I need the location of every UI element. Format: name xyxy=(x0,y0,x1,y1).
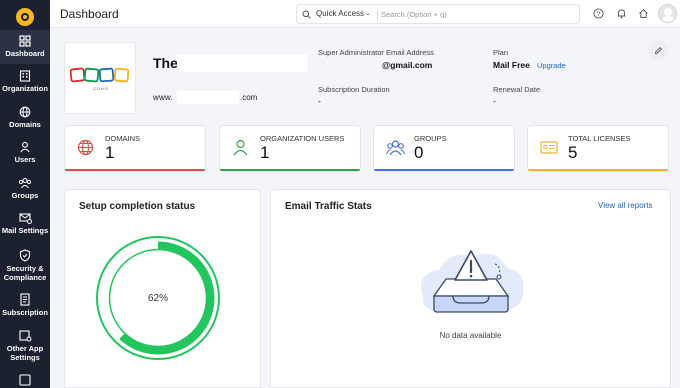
panel-title: Email Traffic Stats xyxy=(285,201,372,212)
super-admin-email: @gmail.com xyxy=(382,60,433,70)
sidebar: Dashboard Organization Domains Users Gro… xyxy=(0,0,50,388)
sidebar-item-label: Organization xyxy=(2,84,48,93)
subscription-duration-label: Subscription Duration xyxy=(318,85,390,94)
stat-card-total-licenses[interactable]: TOTAL LICENSES 5 xyxy=(527,125,669,172)
bell-icon[interactable] xyxy=(616,8,627,19)
no-data-text: No data available xyxy=(439,331,502,340)
stat-value: 5 xyxy=(568,143,578,162)
sidebar-item-label: Dashboard xyxy=(5,49,45,58)
email-traffic-panel: Email Traffic Stats View all reports No … xyxy=(270,189,671,388)
sidebar-item-label: Users xyxy=(14,155,36,164)
sidebar-item-label: Other App Settings xyxy=(6,344,44,362)
logo-text: ZOHO xyxy=(93,86,109,91)
organization-logo: ZOHO xyxy=(64,42,136,114)
organization-domain-suffix: .com xyxy=(240,93,258,102)
plan-value: Mail Free xyxy=(493,60,530,70)
organization-name: The xyxy=(153,55,178,71)
user-icon xyxy=(233,139,248,156)
stat-value: 1 xyxy=(105,143,115,162)
sidebar-item-label: Security & Compliance xyxy=(3,264,47,282)
sidebar-item-label: Subscription xyxy=(2,308,48,317)
sidebar-item-dashboard[interactable]: Dashboard xyxy=(0,30,50,64)
groups-icon xyxy=(18,178,32,189)
avatar[interactable] xyxy=(658,4,677,23)
stat-accent-bar xyxy=(220,169,360,171)
upgrade-link[interactable]: Upgrade xyxy=(537,61,566,70)
stat-label: DOMAINS xyxy=(105,134,141,143)
stat-label: ORGANIZATION USERS xyxy=(260,134,345,143)
redaction-mask xyxy=(177,91,239,104)
search-icon xyxy=(302,10,311,19)
sidebar-item-label: Domains xyxy=(9,120,41,129)
view-all-reports-link[interactable]: View all reports xyxy=(598,201,653,210)
shield-icon xyxy=(19,249,31,262)
stat-card-domains[interactable]: DOMAINS 1 xyxy=(64,125,206,172)
stat-label: GROUPS xyxy=(414,134,447,143)
stat-card-organization-users[interactable]: ORGANIZATION USERS 1 xyxy=(219,125,361,172)
page-title: Dashboard xyxy=(60,7,119,21)
sidebar-item-groups[interactable]: Groups xyxy=(0,177,50,200)
search-input[interactable] xyxy=(381,7,571,22)
globe-icon xyxy=(19,106,31,118)
sidebar-item-more[interactable] xyxy=(0,374,50,388)
groups-icon xyxy=(386,140,405,156)
more-icon xyxy=(19,374,31,386)
apps-icon xyxy=(18,330,31,342)
setup-completion-panel: Setup completion status 62% xyxy=(64,189,261,388)
sidebar-item-label: Groups xyxy=(11,191,39,200)
zoho-logo-icon xyxy=(70,67,130,83)
sidebar-item-security-compliance[interactable]: Security & Compliance xyxy=(0,249,50,282)
subscription-icon xyxy=(20,293,30,306)
subscription-duration-value: - xyxy=(318,96,321,106)
mail-settings-icon xyxy=(18,213,32,224)
renewal-date-label: Renewal Date xyxy=(493,85,541,94)
setup-percent-label: 62% xyxy=(147,293,168,304)
stat-label: TOTAL LICENSES xyxy=(568,134,631,143)
dashboard-icon xyxy=(19,35,31,47)
quick-access-dropdown[interactable]: Quick Access xyxy=(316,9,364,18)
home-icon[interactable] xyxy=(638,8,649,19)
edit-organization-button[interactable] xyxy=(648,40,668,60)
plan-label: Plan xyxy=(493,48,509,57)
stat-value: 1 xyxy=(260,143,270,162)
help-icon[interactable]: ? xyxy=(593,8,604,19)
stat-value: 0 xyxy=(414,143,424,162)
zoho-mail-admin-logo-icon[interactable] xyxy=(16,8,34,26)
sidebar-item-users[interactable]: Users xyxy=(0,141,50,164)
renewal-date-value: - xyxy=(493,96,496,106)
search-divider xyxy=(377,9,378,21)
redaction-mask xyxy=(177,54,307,72)
super-admin-label: Super Administrator Email Address xyxy=(318,48,434,57)
sidebar-item-label: Mail Settings xyxy=(1,226,49,235)
stat-card-groups[interactable]: GROUPS 0 xyxy=(373,125,515,172)
license-icon xyxy=(540,141,558,154)
search-bar[interactable]: Quick Access ⌄ xyxy=(296,4,580,24)
sidebar-item-other-app-settings[interactable]: Other App Settings xyxy=(0,330,50,362)
sidebar-item-subscription[interactable]: Subscription xyxy=(0,293,50,317)
organization-domain: www. xyxy=(153,93,173,102)
chevron-down-icon: ⌄ xyxy=(365,10,371,17)
sidebar-item-domains[interactable]: Domains xyxy=(0,106,50,129)
top-bar: Dashboard Quick Access ⌄ ? xyxy=(50,0,680,28)
user-icon xyxy=(20,141,30,153)
svg-text:?: ? xyxy=(597,11,601,18)
stat-accent-bar xyxy=(528,169,668,171)
organization-icon xyxy=(19,70,31,82)
no-data-illustration-icon xyxy=(421,250,524,313)
sidebar-item-mail-settings[interactable]: Mail Settings xyxy=(0,212,50,235)
globe-icon xyxy=(77,139,94,156)
stat-accent-bar xyxy=(374,169,514,171)
panel-title: Setup completion status xyxy=(79,201,196,212)
sidebar-item-organization[interactable]: Organization xyxy=(0,70,50,93)
stat-accent-bar xyxy=(65,169,205,171)
setup-progress-ring: 62% xyxy=(95,235,221,361)
pencil-icon xyxy=(654,46,662,54)
